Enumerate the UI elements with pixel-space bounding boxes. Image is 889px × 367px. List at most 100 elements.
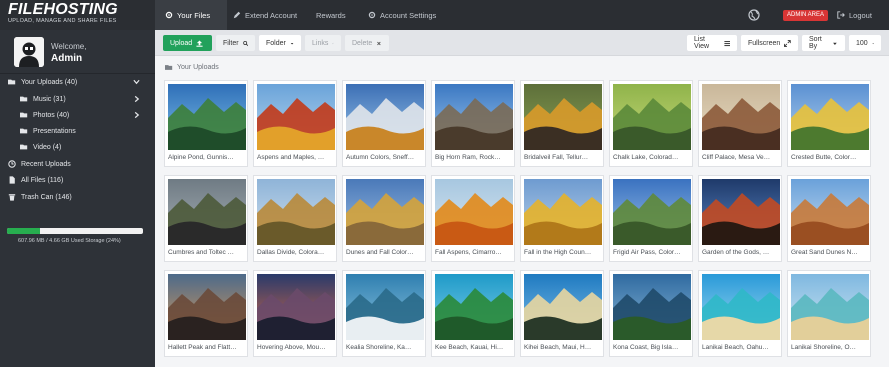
file-name[interactable]: Fall in the High Coun…: [524, 249, 602, 256]
sidebar-item-trash-can[interactable]: Trash Can (146): [0, 189, 155, 205]
nav-account-settings[interactable]: Account Settings: [368, 0, 436, 30]
nav-your-files[interactable]: Your Files: [155, 0, 227, 30]
sidebar-item-photos[interactable]: Photos (40): [0, 107, 155, 123]
file-tile[interactable]: Fall Aspens, Cimarro…: [431, 175, 515, 262]
sidebar-item-all-files[interactable]: All Files (116): [0, 172, 155, 188]
file-tile[interactable]: Cumbres and Toltec …: [164, 175, 248, 262]
file-name[interactable]: Alpine Pond, Gunnis…: [168, 154, 246, 161]
file-name[interactable]: Hallett Peak and Flatt…: [168, 344, 246, 351]
file-name[interactable]: Hovering Above, Mou…: [257, 344, 335, 351]
sort-by-dropdown[interactable]: Sort By: [802, 35, 845, 51]
file-thumbnail[interactable]: [346, 274, 424, 340]
file-name[interactable]: Dallas Divide, Colora…: [257, 249, 335, 256]
file-thumbnail[interactable]: [524, 274, 602, 340]
file-tile[interactable]: Frigid Air Pass, Color…: [609, 175, 693, 262]
file-name[interactable]: Kihei Beach, Maui, H…: [524, 344, 602, 351]
globe-icon[interactable]: [748, 9, 760, 21]
file-thumbnail[interactable]: [613, 274, 691, 340]
file-thumbnail[interactable]: [702, 84, 780, 150]
file-name[interactable]: Great Sand Dunes N…: [791, 249, 869, 256]
file-thumbnail[interactable]: [435, 84, 513, 150]
file-tile[interactable]: Chalk Lake, Colorad…: [609, 80, 693, 167]
logout-link[interactable]: Logout: [837, 0, 872, 30]
file-tile[interactable]: Hallett Peak and Flatt…: [164, 270, 248, 357]
file-name[interactable]: Kee Beach, Kauai, Hi…: [435, 344, 513, 351]
file-name[interactable]: Big Horn Ram, Rock…: [435, 154, 513, 161]
file-tile[interactable]: Kealia Shoreline, Ka…: [342, 270, 426, 357]
sidebar-item-recent-uploads[interactable]: Recent Uploads: [0, 156, 155, 172]
file-tile[interactable]: Lanikai Beach, Oahu…: [698, 270, 782, 357]
file-tile[interactable]: Big Horn Ram, Rock…: [431, 80, 515, 167]
file-thumbnail[interactable]: [613, 84, 691, 150]
file-name[interactable]: Frigid Air Pass, Color…: [613, 249, 691, 256]
file-name[interactable]: Lanikai Shoreline, O…: [791, 344, 869, 351]
admin-area-badge[interactable]: ADMIN AREA: [783, 10, 829, 21]
chevron-down-icon[interactable]: [133, 78, 140, 86]
file-tile[interactable]: Dallas Divide, Colora…: [253, 175, 337, 262]
file-name[interactable]: Aspens and Maples, …: [257, 154, 335, 161]
file-thumbnail[interactable]: [791, 274, 869, 340]
file-name[interactable]: Crested Butte, Color…: [791, 154, 869, 161]
sidebar-item-presentations[interactable]: Presentations: [0, 123, 155, 139]
sidebar-item-video[interactable]: Video (4): [0, 139, 155, 155]
file-thumbnail[interactable]: [435, 179, 513, 245]
file-thumbnail[interactable]: [435, 274, 513, 340]
file-name[interactable]: Fall Aspens, Cimarro…: [435, 249, 513, 256]
file-tile[interactable]: Bridalveil Fall, Tellur…: [520, 80, 604, 167]
file-thumbnail[interactable]: [613, 179, 691, 245]
file-name[interactable]: Bridalveil Fall, Tellur…: [524, 154, 602, 161]
file-tile[interactable]: Autumn Colors, Sneff…: [342, 80, 426, 167]
file-thumbnail[interactable]: [524, 84, 602, 150]
file-tile[interactable]: Lanikai Shoreline, O…: [787, 270, 871, 357]
sidebar-item-music[interactable]: Music (31): [0, 91, 155, 107]
file-tile[interactable]: Kihei Beach, Maui, H…: [520, 270, 604, 357]
file-tile[interactable]: Crested Butte, Color…: [787, 80, 871, 167]
file-thumbnail[interactable]: [168, 179, 246, 245]
file-tile[interactable]: Aspens and Maples, …: [253, 80, 337, 167]
file-tile[interactable]: Garden of the Gods, …: [698, 175, 782, 262]
nav-extend-account[interactable]: Extend Account: [233, 0, 297, 30]
file-name[interactable]: Autumn Colors, Sneff…: [346, 154, 424, 161]
file-tile[interactable]: Dunes and Fall Color…: [342, 175, 426, 262]
file-thumbnail[interactable]: [524, 179, 602, 245]
delete-button[interactable]: Delete: [345, 35, 389, 51]
file-thumbnail[interactable]: [168, 274, 246, 340]
nav-rewards[interactable]: Rewards: [316, 0, 346, 30]
links-button[interactable]: Links: [305, 35, 341, 51]
file-thumbnail[interactable]: [346, 84, 424, 150]
file-tile[interactable]: Cliff Palace, Mesa Ve…: [698, 80, 782, 167]
file-thumbnail[interactable]: [257, 274, 335, 340]
upload-button[interactable]: Upload: [163, 35, 212, 51]
file-name[interactable]: Cumbres and Toltec …: [168, 249, 246, 256]
file-tile[interactable]: Hovering Above, Mou…: [253, 270, 337, 357]
file-tile[interactable]: Fall in the High Coun…: [520, 175, 604, 262]
file-name[interactable]: Lanikai Beach, Oahu…: [702, 344, 780, 351]
file-thumbnail[interactable]: [257, 179, 335, 245]
file-thumbnail[interactable]: [346, 179, 424, 245]
chevron-right-icon[interactable]: [133, 111, 140, 119]
breadcrumb-label[interactable]: Your Uploads: [177, 64, 219, 71]
file-tile[interactable]: Kee Beach, Kauai, Hi…: [431, 270, 515, 357]
file-tile[interactable]: Alpine Pond, Gunnis…: [164, 80, 248, 167]
file-thumbnail[interactable]: [168, 84, 246, 150]
file-thumbnail[interactable]: [702, 179, 780, 245]
file-tile[interactable]: Kona Coast, Big Isla…: [609, 270, 693, 357]
folder-dropdown-button[interactable]: Folder: [259, 35, 301, 51]
list-view-button[interactable]: List View: [687, 35, 737, 51]
file-thumbnail[interactable]: [791, 84, 869, 150]
file-name[interactable]: Garden of the Gods, …: [702, 249, 780, 256]
file-thumbnail[interactable]: [791, 179, 869, 245]
file-name[interactable]: Dunes and Fall Color…: [346, 249, 424, 256]
file-name[interactable]: Kealia Shoreline, Ka…: [346, 344, 424, 351]
file-thumbnail[interactable]: [702, 274, 780, 340]
per-page-dropdown[interactable]: 100: [849, 35, 881, 51]
fullscreen-button[interactable]: Fullscreen: [741, 35, 798, 51]
logo[interactable]: FILEHOSTING UPLOAD, MANAGE AND SHARE FIL…: [8, 2, 154, 29]
filter-button[interactable]: Filter: [216, 35, 255, 51]
file-thumbnail[interactable]: [257, 84, 335, 150]
chevron-right-icon[interactable]: [133, 95, 140, 103]
file-tile[interactable]: Great Sand Dunes N…: [787, 175, 871, 262]
file-name[interactable]: Chalk Lake, Colorad…: [613, 154, 691, 161]
file-name[interactable]: Kona Coast, Big Isla…: [613, 344, 691, 351]
sidebar-item-your-uploads[interactable]: Your Uploads (40): [0, 74, 155, 90]
